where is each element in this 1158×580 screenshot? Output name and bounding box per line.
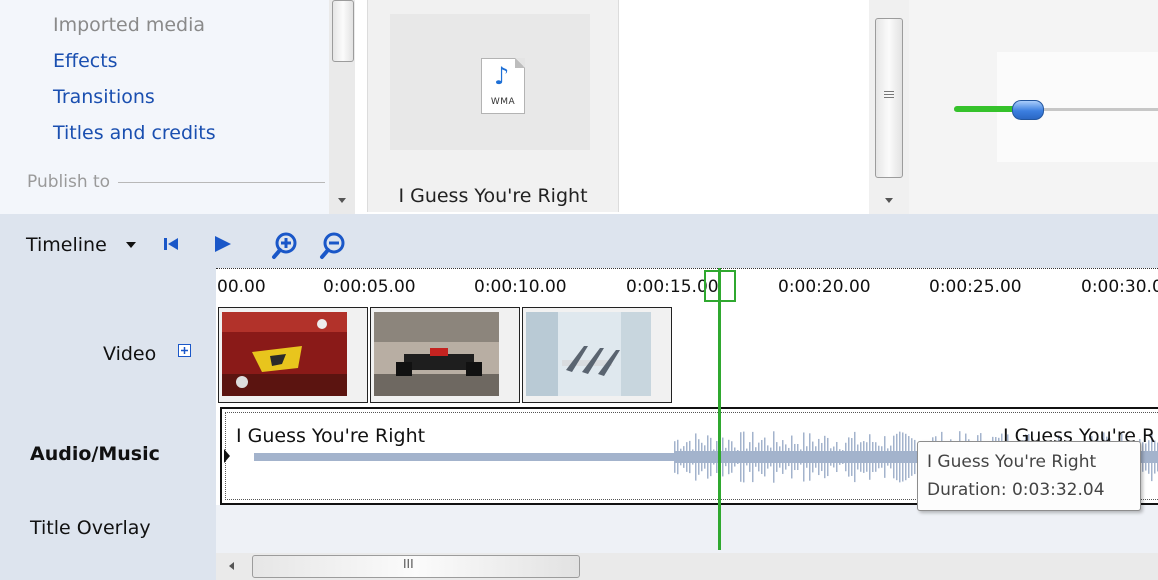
grip-icon	[884, 91, 894, 92]
video-clip[interactable]	[218, 307, 368, 403]
tooltip-title: I Guess You're Right	[927, 452, 1097, 472]
collection-scroll-down-icon[interactable]	[885, 198, 893, 203]
zoom-in-icon[interactable]	[270, 230, 300, 260]
video-track-label: Video	[103, 343, 157, 365]
music-note-icon: ♪	[494, 62, 510, 90]
task-imported-media[interactable]: Imported media	[53, 14, 205, 36]
collection-scrollbar[interactable]	[869, 0, 909, 214]
collection-scroll-thumb[interactable]	[875, 18, 903, 178]
ruler-tick-label: 0:00:05.00	[323, 277, 416, 297]
ruler-tick-label: 0:00:10.00	[474, 277, 567, 297]
expand-track-icon[interactable]	[177, 343, 193, 359]
preview-monitor-pane	[909, 0, 1158, 214]
timeline-horizontal-scrollbar[interactable]: III	[216, 553, 1158, 580]
ruler-tick-label: 0:00:25.00	[929, 277, 1022, 297]
timeline-ruler[interactable]: 00.00 0:00:05.00 0:00:10.00 0:00:15.00 0…	[216, 268, 1158, 305]
clip-thumbnail	[526, 312, 651, 396]
clip-tooltip: I Guess You're Right Duration: 0:03:32.0…	[917, 441, 1141, 511]
wma-file-icon: ♪ WMA	[481, 58, 525, 114]
section-divider	[118, 181, 325, 183]
play-icon[interactable]	[212, 234, 234, 254]
task-effects[interactable]: Effects	[53, 50, 118, 72]
task-titles-and-credits[interactable]: Titles and credits	[53, 122, 216, 144]
title-overlay-track-label: Title Overlay	[30, 517, 151, 539]
ruler-tick-label: 0:00:20.00	[778, 277, 871, 297]
media-item-tile[interactable]: ♪ WMA I Guess You're Right	[367, 0, 619, 212]
scroll-left-icon[interactable]	[228, 562, 236, 572]
tasks-scrollbar[interactable]	[329, 0, 355, 214]
playhead-handle[interactable]	[704, 270, 736, 302]
media-item-caption: I Guess You're Right	[398, 185, 588, 207]
clip-thumbnail	[374, 312, 499, 396]
tasks-pane: Imported media Effects Transitions Title…	[0, 0, 355, 214]
file-type-label: WMA	[490, 97, 516, 107]
clip-thumbnail	[222, 312, 347, 396]
tooltip-duration: Duration: 0:03:32.04	[927, 480, 1105, 500]
chevron-down-icon[interactable]	[126, 242, 136, 248]
title-overlay-track[interactable]	[216, 505, 1158, 553]
timeline-view-label[interactable]: Timeline	[26, 234, 107, 256]
volume-slider-knob[interactable]	[1012, 100, 1044, 120]
audio-clip-title: I Guess You're Right	[236, 425, 426, 447]
ruler-tick-label: 00.00	[217, 277, 266, 297]
video-track	[216, 303, 1158, 407]
task-transitions[interactable]: Transitions	[53, 86, 155, 108]
publish-to-label: Publish to	[27, 172, 111, 192]
zoom-out-icon[interactable]	[318, 230, 348, 260]
publish-to-header: Publish to	[27, 172, 325, 192]
rewind-to-start-icon[interactable]	[162, 236, 182, 252]
collection-pane: ♪ WMA I Guess You're Right	[357, 0, 869, 214]
timeline-scroll-thumb[interactable]: III	[252, 555, 580, 578]
grip-icon: III	[403, 557, 414, 571]
ruler-tick-label: 0:00:30.0	[1081, 277, 1158, 297]
video-clip[interactable]	[522, 307, 672, 403]
tasks-scroll-down-icon[interactable]	[338, 198, 346, 203]
playhead[interactable]	[718, 268, 721, 550]
audio-track-label: Audio/Music	[30, 443, 160, 465]
video-clip[interactable]	[370, 307, 520, 403]
tasks-scroll-thumb[interactable]	[332, 0, 354, 62]
